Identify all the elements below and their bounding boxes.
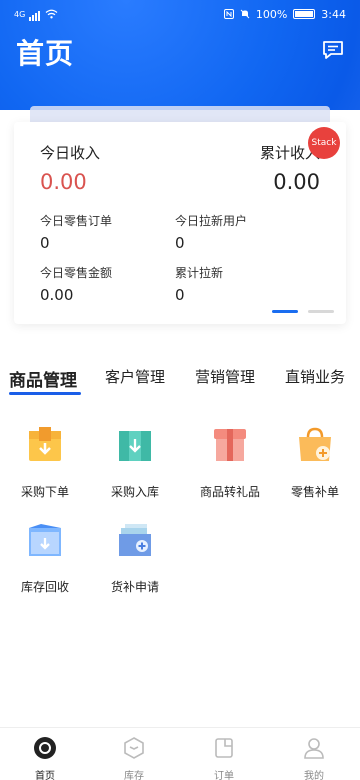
grid-label-inventory-recycle: 库存回收 [20, 580, 69, 594]
tab-direct-sales[interactable]: 直销业务 [285, 366, 345, 387]
grid-item-purchase-inbound[interactable]: 采购入库 [100, 425, 170, 505]
tab-marketing-management[interactable]: 营销管理 [195, 366, 255, 387]
clock: 3:44 [321, 7, 346, 21]
stat-value-new-users: 0 [175, 234, 185, 252]
signal-icon [29, 8, 41, 21]
status-bar: 4G 100% 3:44 [0, 0, 360, 28]
stat-value-total-new: 0 [175, 286, 185, 304]
replenish-apply-icon [119, 524, 151, 556]
nav-label-home: 首页 [35, 771, 55, 780]
status-left: 4G [14, 8, 58, 21]
grid-label-purchase-order: 采购下单 [20, 485, 69, 499]
nfc-icon [223, 9, 234, 19]
total-income-value: 0.00 [273, 170, 320, 194]
today-income-value: 0.00 [40, 170, 87, 194]
nav-home[interactable]: 首页 [15, 736, 75, 780]
battery-percent: 100% [255, 7, 288, 21]
tab-product-management[interactable]: 商品管理 [9, 366, 77, 391]
home-icon [34, 737, 56, 759]
battery-icon [293, 9, 316, 19]
profile-icon [304, 738, 324, 759]
grid-item-inventory-recycle[interactable]: 库存回收 [10, 520, 80, 600]
grid-item-purchase-order[interactable]: 采购下单 [10, 425, 80, 505]
stat-value-retail-amount: 0.00 [40, 286, 74, 304]
stat-label-retail-orders: 今日零售订单 [40, 214, 113, 228]
nav-label-profile: 我的 [304, 771, 324, 780]
wifi-icon [45, 9, 58, 19]
order-icon [215, 738, 233, 758]
inventory-icon [124, 737, 144, 759]
stat-value-retail-orders: 0 [40, 234, 50, 252]
nav-inventory[interactable]: 库存 [104, 736, 164, 780]
mute-icon [240, 9, 250, 19]
page-title: 首页 [16, 37, 75, 70]
nav-profile[interactable]: 我的 [284, 736, 344, 780]
nav-label-inventory: 库存 [124, 771, 144, 780]
gift-convert-icon [214, 429, 246, 461]
purchase-inbound-icon [119, 431, 151, 461]
stat-label-new-users: 今日拉新用户 [175, 214, 248, 228]
carousel-indicator-active[interactable] [272, 310, 298, 313]
today-income-label: 今日收入 [40, 144, 101, 162]
stat-label-total-new: 累计拉新 [175, 266, 224, 280]
retail-supplement-icon [299, 427, 331, 461]
grid-label-replenish-apply: 货补申请 [110, 580, 159, 594]
stat-label-retail-amount: 今日零售金额 [40, 266, 113, 280]
grid-item-replenish-apply[interactable]: 货补申请 [100, 520, 170, 600]
inventory-recycle-icon [29, 524, 61, 556]
nav-order[interactable]: 订单 [194, 736, 254, 780]
carousel-indicator[interactable] [308, 310, 334, 313]
status-right: 100% 3:44 [223, 7, 346, 21]
message-icon[interactable] [322, 40, 344, 60]
grid-label-retail-supplement: 零售补单 [290, 485, 339, 499]
stack-badge[interactable]: Stack [308, 127, 340, 159]
grid-label-gift-convert: 商品转礼品 [199, 485, 260, 499]
grid-item-gift-convert[interactable]: 商品转礼品 [195, 425, 265, 505]
network-type: 4G [14, 9, 26, 19]
purchase-order-icon [29, 427, 61, 461]
grid-label-purchase-inbound: 采购入库 [110, 485, 159, 499]
revenue-card[interactable]: 今日收入 0.00 累计收入 0.00 Stack 今日零售订单 0 今日拉新用… [14, 122, 346, 324]
tab-customer-management[interactable]: 客户管理 [105, 366, 165, 387]
grid-item-retail-supplement[interactable]: 零售补单 [280, 425, 350, 505]
nav-label-order: 订单 [214, 771, 234, 780]
category-tabs: 商品管理 客户管理 营销管理 直销业务 [0, 360, 360, 400]
bottom-navigation: 首页 库存 订单 我的 [0, 727, 360, 780]
tab-active-underline [9, 392, 81, 395]
